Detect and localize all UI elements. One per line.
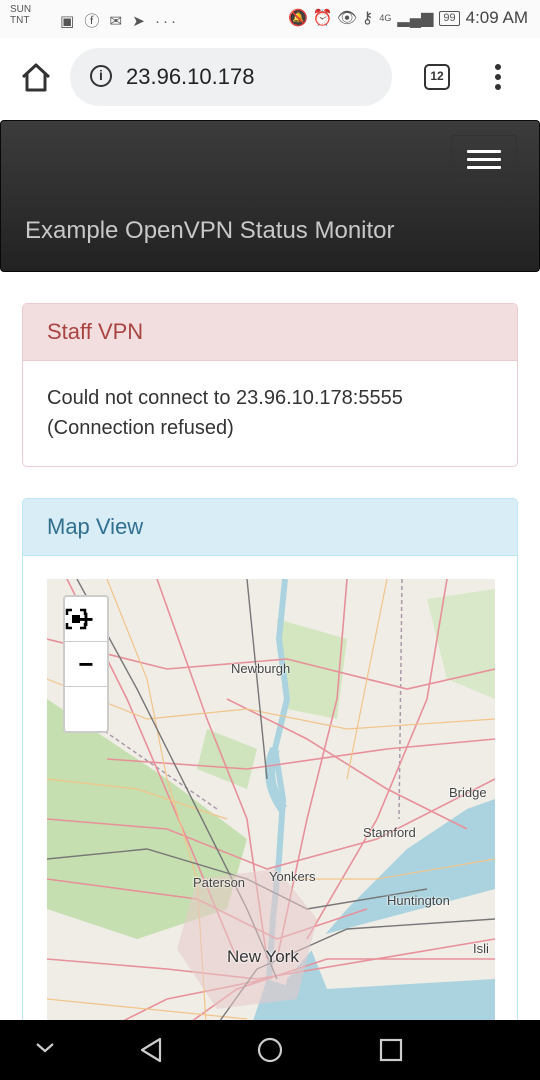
carrier-label: SUN TNT (10, 4, 32, 26)
panel-title: Staff VPN (23, 304, 517, 361)
android-nav-bar (0, 1020, 540, 1080)
url-field[interactable]: i 23.96.10.178 (70, 48, 392, 106)
tab-switcher-button[interactable]: 12 (424, 64, 450, 90)
map-label-stamford: Stamford (363, 825, 416, 840)
panel-title: Map View (23, 499, 517, 556)
url-text[interactable]: 23.96.10.178 (126, 64, 254, 90)
map-label-paterson: Paterson (193, 875, 246, 890)
map-label-yonkers: Yonkers (269, 869, 316, 884)
overflow-menu-icon[interactable] (490, 64, 506, 94)
system-icons: 🔕 ⏰ 👁 ⚷ 4G ▂▄▆ 99 4:09 AM (288, 8, 528, 28)
signal-bars-icon: ▂▄▆ (397, 10, 434, 27)
chevron-down-icon (36, 1043, 54, 1053)
map-canvas[interactable]: Newburgh Bridge Stamford Paterson Yonker… (47, 579, 495, 1037)
home-circle-icon (257, 1037, 283, 1063)
status-bar: SUN TNT ▣ ⓕ ✉ ➤ ··· 🔕 ⏰ 👁 ⚷ 4G ▂▄▆ 99 4:… (0, 0, 540, 38)
fullscreen-button[interactable] (65, 608, 107, 731)
staff-vpn-panel: Staff VPN Could not connect to 23.96.10.… (22, 303, 518, 467)
battery-icon: 99 (439, 10, 460, 26)
home-nav-button[interactable] (256, 1036, 284, 1069)
map-label-huntington: Huntington (387, 893, 450, 908)
recents-button[interactable] (378, 1036, 404, 1069)
map-view-panel: Map View Newburgh Bridge Stamford Paters… (22, 498, 518, 1038)
map-label-bridgeport: Bridge (449, 785, 487, 800)
browser-toolbar: i 23.96.10.178 12 (0, 38, 540, 120)
home-button[interactable] (18, 60, 54, 96)
hamburger-menu-button[interactable] (451, 135, 517, 181)
zoom-out-button[interactable]: − (65, 642, 107, 687)
hide-keyboard-button[interactable] (34, 1040, 56, 1061)
signal-icon: 4G (379, 13, 392, 23)
system-status-icons: 🔕 ⏰ 👁 ⚷ (288, 10, 374, 27)
map-label-islip: Isli (473, 941, 489, 956)
home-icon (21, 63, 51, 92)
map-label-new-york: New York (227, 947, 299, 966)
map-zoom-controls: + − (63, 595, 109, 733)
fullscreen-icon (65, 608, 87, 630)
back-button[interactable] (138, 1036, 164, 1069)
map-label-newburgh: Newburgh (231, 661, 291, 676)
info-icon[interactable]: i (90, 65, 112, 87)
back-triangle-icon (140, 1037, 162, 1063)
notification-icons: ▣ ⓕ ✉ ➤ ··· (60, 13, 179, 30)
recents-square-icon (379, 1038, 403, 1062)
clock: 4:09 AM (465, 8, 528, 27)
map-tiles (47, 579, 495, 1037)
error-message: Could not connect to 23.96.10.178:5555 (… (47, 387, 403, 439)
site-brand[interactable]: Example OpenVPN Status Monitor (25, 217, 395, 245)
site-navbar: Example OpenVPN Status Monitor (0, 120, 540, 272)
